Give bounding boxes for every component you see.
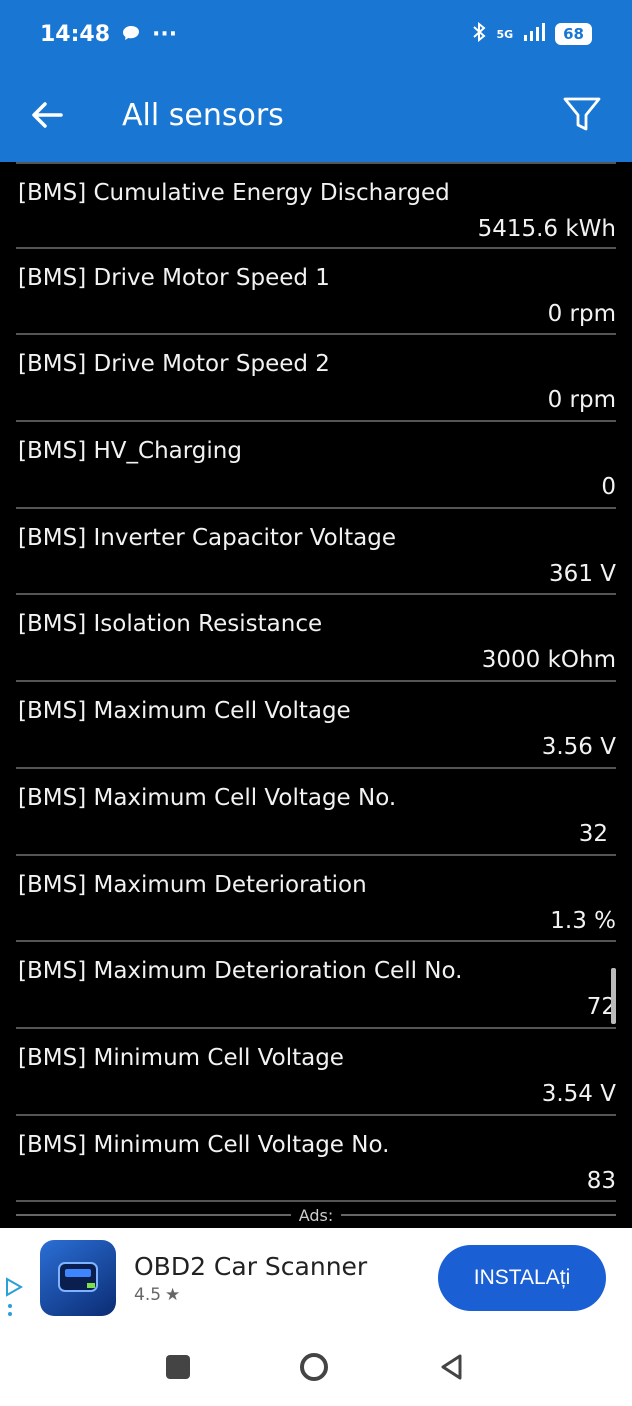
bluetooth-icon — [472, 21, 486, 46]
sensor-row[interactable]: [BMS] Drive Motor Speed 1 0 rpm — [16, 249, 616, 336]
battery-level: 68 — [555, 23, 592, 45]
ad-banner[interactable]: OBD2 Car Scanner 4.5 ★ INSTALAți — [0, 1228, 632, 1328]
sensor-value: 361 V — [549, 560, 616, 587]
sensor-value: 3.56 V — [541, 734, 616, 761]
sensor-name: [BMS] HV_Charging — [18, 438, 242, 465]
recents-button[interactable] — [166, 1355, 190, 1379]
sensor-value: 0 — [601, 474, 616, 501]
sensor-row[interactable]: [BMS] Maximum Deterioration 1.3 % — [16, 856, 616, 943]
sensor-name: [BMS] Maximum Cell Voltage — [18, 698, 351, 725]
app-bar: All sensors — [0, 68, 632, 162]
filter-icon — [563, 97, 601, 131]
ad-rating-value: 4.5 — [134, 1284, 162, 1305]
system-nav-bar — [0, 1328, 632, 1406]
sensor-row[interactable]: [BMS] Minimum Cell Voltage No. 83 — [16, 1116, 616, 1203]
sensor-value: 32 — [578, 820, 608, 847]
sensor-value: 0 rpm — [547, 387, 616, 414]
sensor-list[interactable]: [BMS] Cumulative Energy Discharged 5415.… — [0, 162, 632, 1214]
sensor-row[interactable]: [BMS] Isolation Resistance 3000 kOhm — [16, 595, 616, 683]
back-button[interactable] — [12, 80, 82, 150]
home-button[interactable] — [300, 1353, 328, 1381]
sensor-row[interactable]: [BMS] Maximum Deterioration Cell No. 72 — [16, 942, 616, 1029]
sensor-row[interactable]: [BMS] Minimum Cell Voltage 3.54 V — [16, 1029, 616, 1116]
sensor-name: [BMS] Maximum Cell Voltage No. — [18, 784, 397, 811]
sensor-value: 3.54 V — [541, 1080, 616, 1107]
status-bar: 14:48 ··· 5G 68 — [0, 0, 632, 68]
adchoices-icon[interactable] — [4, 1276, 24, 1320]
obd-scanner-icon — [58, 1262, 98, 1292]
signal-icon — [523, 23, 546, 45]
arrow-left-icon — [32, 102, 63, 128]
sensor-name: [BMS] Inverter Capacitor Voltage — [18, 524, 397, 551]
page-title: All sensors — [122, 97, 284, 133]
sensor-name: [BMS] Maximum Deterioration Cell No. — [18, 958, 463, 985]
app-icon[interactable] — [40, 1240, 116, 1316]
sensor-value: 83 — [586, 1167, 616, 1194]
sensor-name: [BMS] Drive Motor Speed 2 — [18, 351, 330, 378]
sensor-name: [BMS] Cumulative Energy Discharged — [18, 180, 450, 206]
sensor-value: 1.3 % — [550, 907, 616, 934]
sensor-row[interactable]: [BMS] Drive Motor Speed 2 0 rpm — [16, 335, 616, 423]
ads-divider: Ads: — [16, 1203, 617, 1227]
filter-button[interactable] — [552, 85, 612, 145]
star-icon: ★ — [165, 1284, 181, 1305]
ads-label: Ads: — [298, 1205, 334, 1225]
scrollbar-thumb[interactable] — [611, 968, 616, 1024]
sensor-value: 0 rpm — [547, 300, 616, 327]
status-time: 14:48 — [40, 21, 111, 47]
sensor-name: [BMS] Minimum Cell Voltage — [18, 1044, 344, 1071]
sensor-name: [BMS] Minimum Cell Voltage No. — [18, 1131, 390, 1158]
network-type: 5G — [496, 27, 514, 41]
sensor-row[interactable]: [BMS] Cumulative Energy Discharged 5415.… — [16, 162, 616, 249]
sensor-value: 3000 kOhm — [481, 647, 616, 674]
sensor-row[interactable]: [BMS] Inverter Capacitor Voltage 361 V — [16, 509, 616, 596]
sensor-row[interactable]: [BMS] Maximum Cell Voltage 3.56 V — [16, 682, 616, 769]
install-button[interactable]: INSTALAți — [438, 1245, 606, 1311]
sensor-value: 5415.6 kWh — [477, 216, 616, 242]
sensor-row[interactable]: [BMS] Maximum Cell Voltage No. 32 — [16, 769, 616, 856]
status-more: ··· — [152, 21, 178, 47]
sensor-name: [BMS] Isolation Resistance — [18, 611, 323, 638]
chat-notification-icon — [122, 22, 140, 47]
nav-back-button[interactable] — [438, 1353, 466, 1381]
sensor-name: [BMS] Maximum Deterioration — [18, 871, 367, 898]
sensor-name: [BMS] Drive Motor Speed 1 — [18, 264, 330, 291]
triangle-back-icon — [441, 1354, 462, 1380]
ad-app-name: OBD2 Car Scanner — [134, 1251, 368, 1281]
sensor-row[interactable]: [BMS] HV_Charging 0 — [16, 422, 616, 509]
